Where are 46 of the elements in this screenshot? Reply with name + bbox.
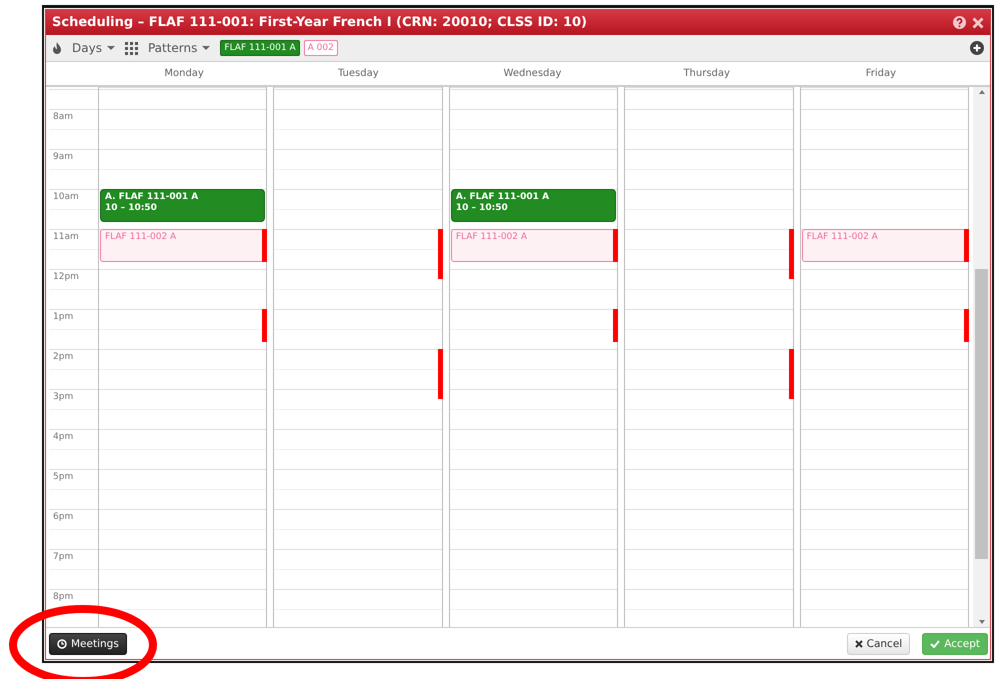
check-icon — [930, 640, 940, 648]
hour-label: 12pm — [53, 272, 79, 282]
cancel-button[interactable]: Cancel — [846, 632, 910, 654]
hour-label: 6pm — [53, 512, 74, 522]
day-header: Thursday — [682, 67, 731, 81]
day-header: Wednesday — [502, 67, 562, 81]
dialog-title: Scheduling – FLAF 111-001: First-Year French I (CRN: 20010; CLSS ID: 10) — [52, 15, 588, 30]
caret-icon — [202, 46, 210, 50]
close-icon[interactable] — [972, 16, 984, 28]
clock-icon — [57, 638, 67, 648]
dropdown-button[interactable]: Days — [72, 41, 115, 55]
dropdown-button[interactable]: Patterns — [148, 41, 210, 55]
hour-label: 10am — [53, 192, 79, 202]
hour-label: 2pm — [53, 352, 74, 362]
hour-label: 5pm — [53, 472, 74, 482]
hour-label: 8am — [53, 112, 74, 122]
class-title: FLAF 111-002 A — [806, 232, 879, 243]
flame-icon[interactable] — [52, 42, 62, 54]
day-header: Monday — [163, 67, 205, 81]
class-title: FLAF 111-002 A — [105, 232, 178, 243]
accept-button[interactable]: Accept — [922, 632, 988, 654]
hour-label: 4pm — [53, 432, 74, 442]
hour-label: 7pm — [53, 552, 74, 562]
day-header: Friday — [864, 67, 898, 81]
help-icon[interactable] — [953, 16, 966, 29]
class-time: 10 – 10:50 — [105, 203, 158, 214]
close-icon — [854, 640, 863, 648]
class-title: A. FLAF 111-001 A — [456, 192, 550, 203]
caret-icon — [106, 46, 115, 50]
meetings-button[interactable]: Meetings — [49, 632, 127, 654]
hour-label: 1pm — [53, 312, 74, 322]
class-time: 10 – 10:50 — [456, 203, 509, 214]
class-title: FLAF 111-002 A — [456, 232, 528, 243]
class-tag[interactable]: A 002 — [304, 40, 338, 56]
grid-icon[interactable] — [124, 42, 138, 54]
scrollbar-thumb[interactable] — [975, 269, 988, 559]
class-block[interactable]: A. FLAF 111-001 A 10 – 10:50 — [450, 189, 616, 222]
class-title: A. FLAF 111-001 A — [105, 192, 200, 203]
hour-label: 9am — [53, 152, 74, 162]
day-header: Tuesday — [336, 67, 380, 81]
hour-label: 3pm — [53, 392, 74, 402]
hour-label: 11am — [53, 232, 79, 242]
class-tag[interactable]: FLAF 111-001 A — [220, 40, 300, 56]
hour-label: 8pm — [53, 592, 74, 602]
add-icon[interactable] — [970, 41, 984, 55]
class-block[interactable]: A. FLAF 111-001 A 10 – 10:50 — [100, 189, 266, 222]
